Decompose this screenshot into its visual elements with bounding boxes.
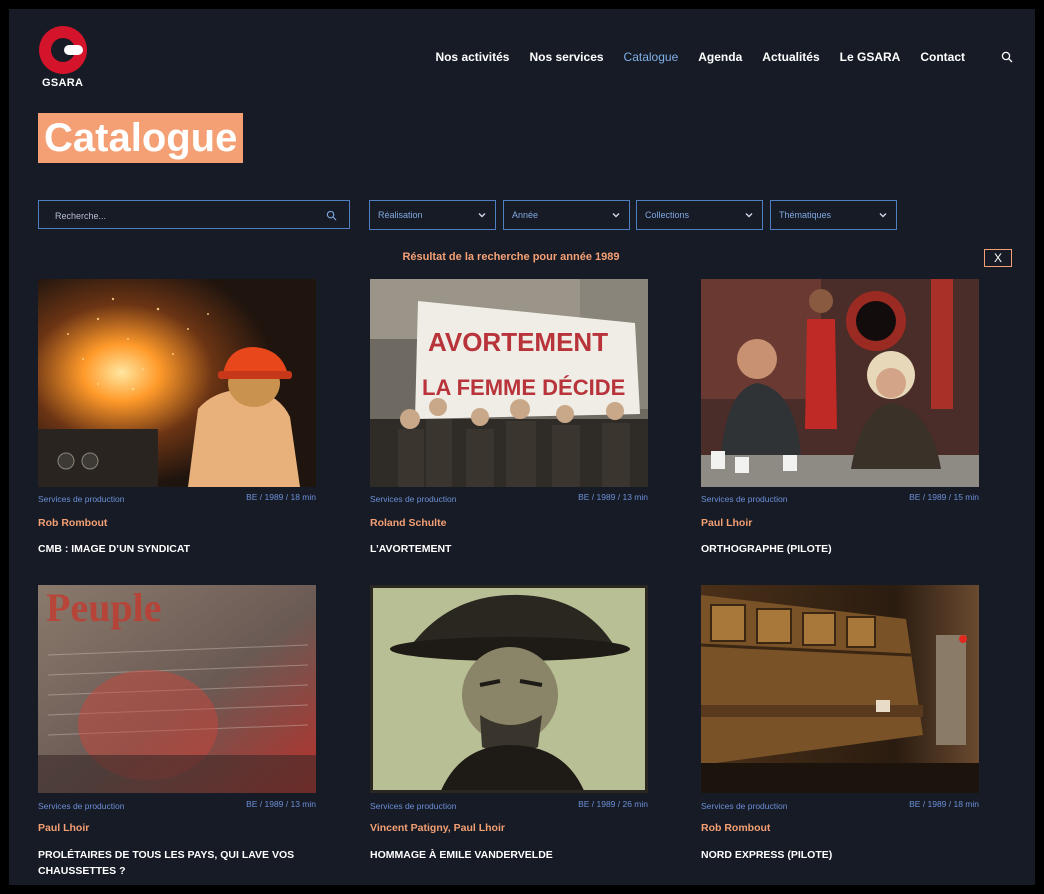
logo-text: GSARA [42,77,84,89]
logo-mark-icon [39,26,87,74]
gsara-logo[interactable]: GSARA [38,25,90,91]
search-icon[interactable] [1001,51,1013,63]
card-info: BE / 1989 / 26 min [578,799,648,809]
card-thumbnail[interactable] [701,585,979,793]
card-title[interactable]: PROLÉTAIRES DE TOUS LES PAYS, QUI LAVE V… [38,847,316,879]
card-thumbnail[interactable] [370,585,648,793]
chevron-down-icon [478,213,486,218]
search-result-message: Résultat de la recherche pour année 1989 [402,251,620,263]
filter-collections-label: Collections [645,210,690,220]
card-title[interactable]: NORD EXPRESS (PILOTE) [701,847,979,863]
filter-thematiques[interactable]: Thématiques [770,200,897,230]
card-category[interactable]: Services de production [370,801,456,811]
nav-item-actualites[interactable]: Actualités [762,50,819,64]
banner-text-line2: LA FEMME DÉCIDE [422,375,625,400]
page: GSARA Nos activités Nos services Catalog… [9,9,1035,885]
card-title[interactable]: HOMMAGE À EMILE VANDERVELDE [370,847,648,863]
card-info: BE / 1989 / 13 min [246,799,316,809]
nav-item-contact[interactable]: Contact [920,50,965,64]
card-title[interactable]: ORTHOGRAPHE (PILOTE) [701,541,979,557]
card-category[interactable]: Services de production [38,801,124,811]
card-thumbnail[interactable] [38,279,316,487]
card-author: Paul Lhoir [701,517,753,529]
banner-text-line1: AVORTEMENT [428,327,608,357]
card-info: BE / 1989 / 18 min [909,799,979,809]
card-info: BE / 1989 / 18 min [246,492,316,502]
card-category[interactable]: Services de production [701,494,787,504]
nav-item-catalogue[interactable]: Catalogue [624,50,679,64]
filter-realisation-label: Réalisation [378,210,423,220]
card-title[interactable]: L’AVORTEMENT [370,541,648,557]
card-thumbnail[interactable]: AVORTEMENT LA FEMME DÉCIDE [370,279,648,487]
card-author: Roland Schulte [370,517,447,529]
card-category[interactable]: Services de production [38,494,124,504]
card-category[interactable]: Services de production [370,494,456,504]
filter-collections[interactable]: Collections [636,200,763,230]
svg-text:Peuple: Peuple [46,585,162,630]
card-author: Rob Rombout [701,822,771,834]
card-info: BE / 1989 / 13 min [578,492,648,502]
card-author: Vincent Patigny, Paul Lhoir [370,822,505,834]
card-author: Paul Lhoir [38,822,90,834]
page-title: Catalogue [38,113,244,163]
filter-annee[interactable]: Année [503,200,630,230]
search-icon[interactable] [326,210,337,221]
search-field [38,200,350,229]
chevron-down-icon [745,213,753,218]
main-nav: Nos activités Nos services Catalogue Age… [435,50,965,64]
nav-item-services[interactable]: Nos services [529,50,603,64]
card-thumbnail[interactable] [701,279,979,487]
search-input[interactable] [53,207,317,225]
filter-realisation[interactable]: Réalisation [369,200,496,230]
card-author: Rob Rombout [38,517,108,529]
card-title[interactable]: CMB : IMAGE D’UN SYNDICAT [38,541,316,557]
nav-item-le-gsara[interactable]: Le GSARA [840,50,901,64]
filter-annee-label: Année [512,210,539,220]
nav-item-activites[interactable]: Nos activités [435,50,509,64]
card-thumbnail[interactable]: Peuple [38,585,316,793]
card-info: BE / 1989 / 15 min [909,492,979,502]
nav-item-agenda[interactable]: Agenda [698,50,742,64]
filter-thematiques-label: Thématiques [779,210,832,220]
clear-filter-button[interactable]: X [984,249,1012,267]
card-category[interactable]: Services de production [701,801,787,811]
chevron-down-icon [879,213,887,218]
chevron-down-icon [612,213,620,218]
